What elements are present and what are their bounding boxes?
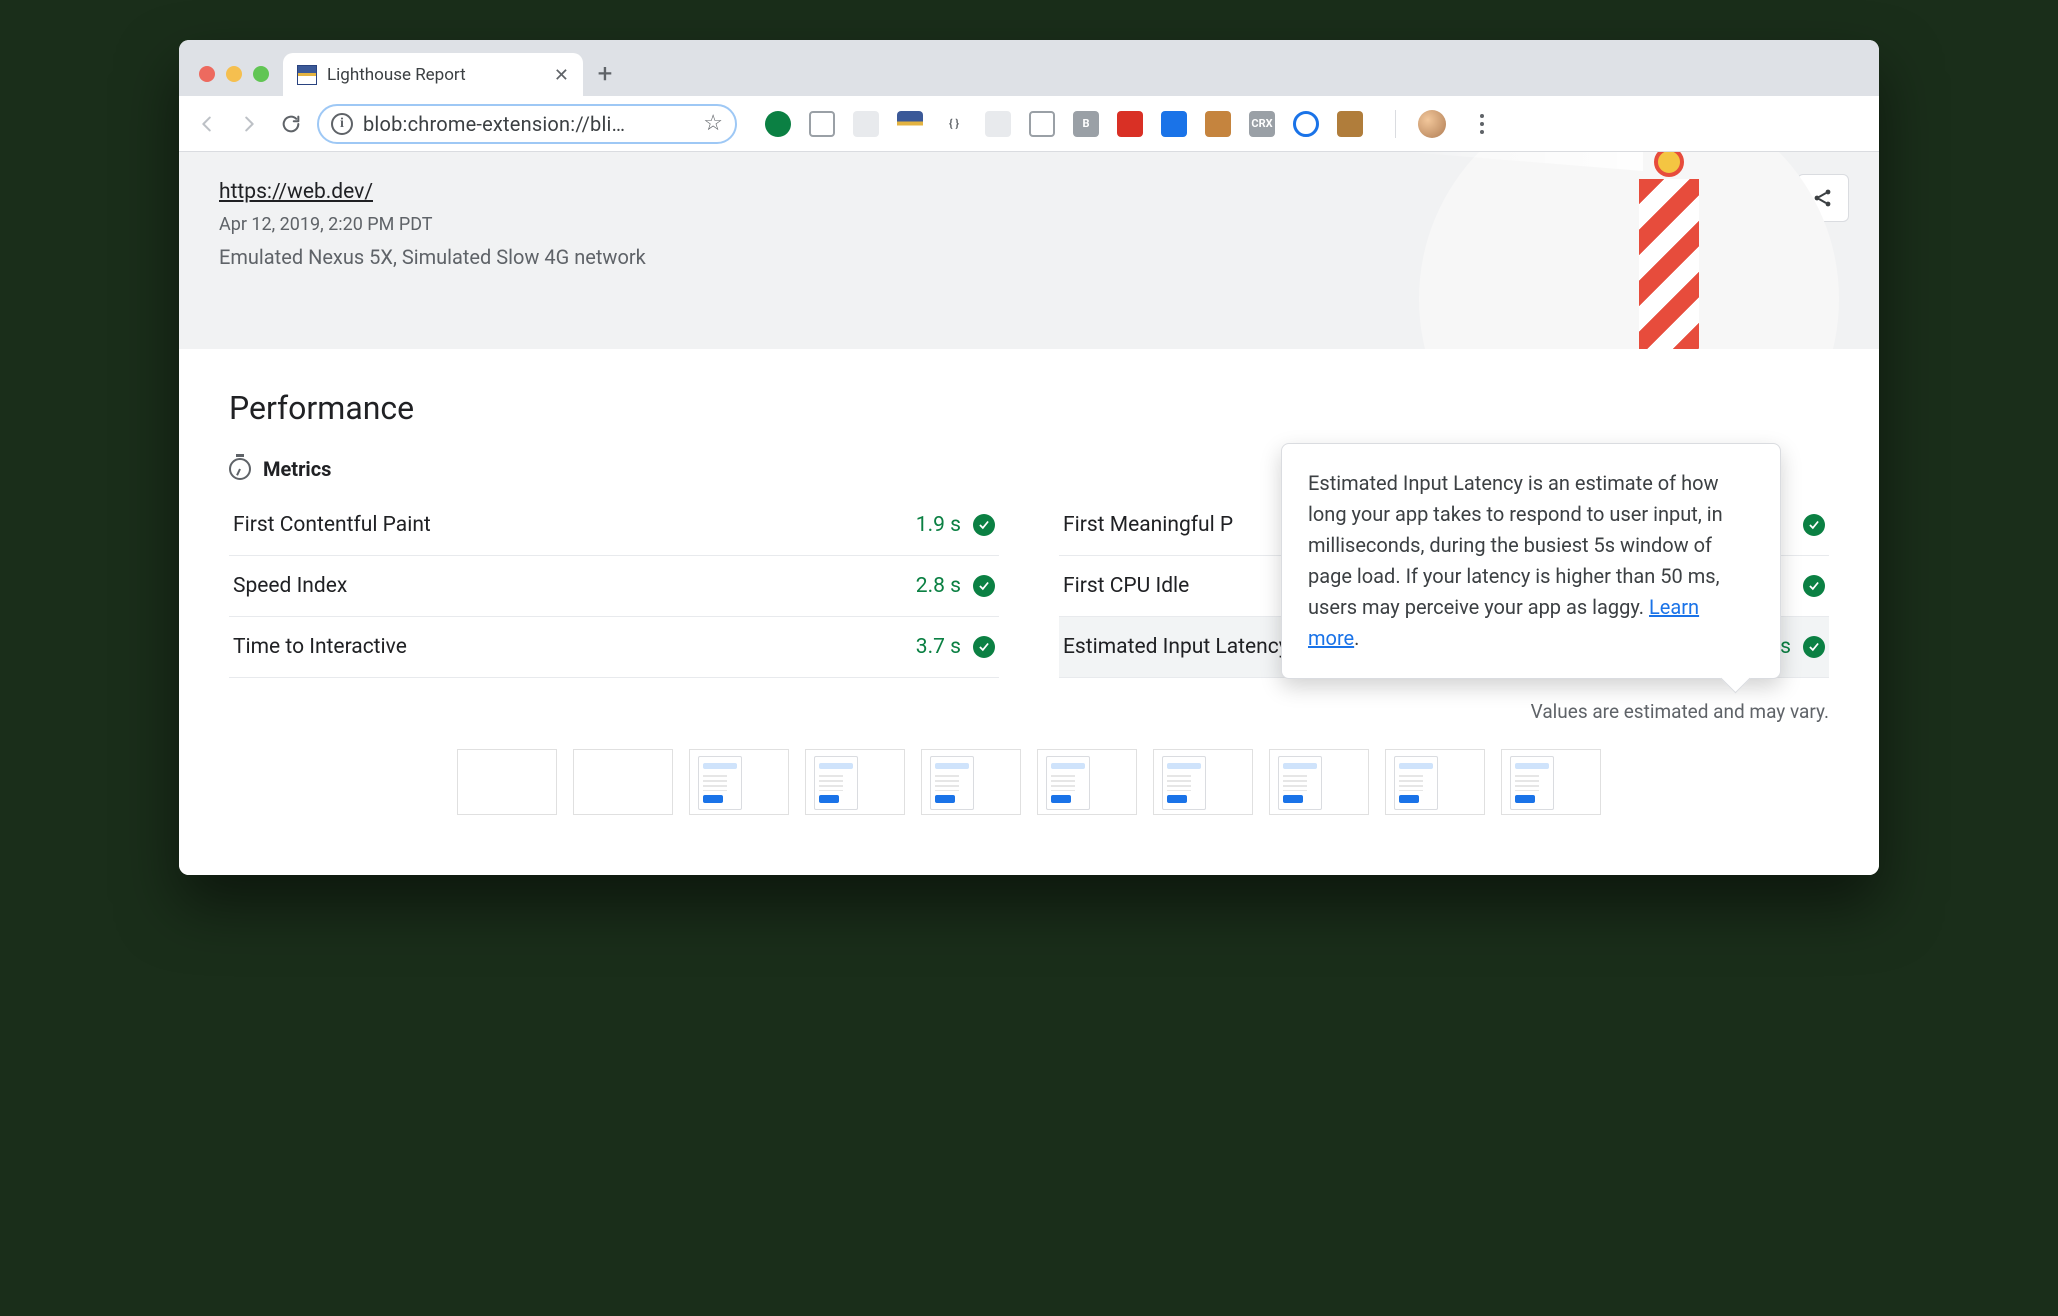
metrics-label: Metrics: [263, 457, 331, 481]
metric-value: 3.7 s: [916, 635, 961, 659]
browser-tab[interactable]: Lighthouse Report ✕: [283, 53, 583, 97]
gear-ring-icon[interactable]: [1293, 111, 1319, 137]
metric-row[interactable]: Speed Index2.8 s: [229, 556, 999, 617]
category-title: Performance: [229, 389, 1829, 427]
pass-check-icon: [1803, 514, 1825, 536]
metric-name: Time to Interactive: [233, 635, 916, 659]
forward-button[interactable]: [233, 108, 265, 140]
metric-row[interactable]: Time to Interactive3.7 s: [229, 617, 999, 678]
stopwatch-icon: [229, 458, 251, 480]
profile-avatar[interactable]: [1418, 110, 1446, 138]
toolbar-separator: [1395, 110, 1396, 138]
bookmark-star-icon[interactable]: ☆: [703, 111, 723, 136]
url-text: blob:chrome-extension://bli…: [363, 112, 693, 136]
metric-value: 1.9 s: [916, 513, 961, 537]
lighthouse-ext-icon[interactable]: [897, 111, 923, 137]
metric-value: 2.8 s: [916, 574, 961, 598]
browser-menu-button[interactable]: [1470, 114, 1494, 134]
back-button[interactable]: [191, 108, 223, 140]
filmstrip-thumb[interactable]: [1269, 749, 1369, 815]
filmstrip-thumb[interactable]: [805, 749, 905, 815]
lighthouse-hill: [1419, 152, 1839, 349]
pass-check-icon: [973, 514, 995, 536]
close-window-button[interactable]: [199, 66, 215, 82]
spiral-icon[interactable]: [1117, 111, 1143, 137]
devtools-icon[interactable]: [809, 111, 835, 137]
extension-icons: { } B CRX: [765, 111, 1363, 137]
window-controls: [193, 66, 283, 96]
lighthouse-favicon-icon: [297, 65, 317, 85]
site-info-icon[interactable]: i: [331, 113, 353, 135]
minimize-window-button[interactable]: [226, 66, 242, 82]
tab-strip: Lighthouse Report ✕ +: [179, 40, 1879, 96]
report-body: Performance Metrics First Contentful Pai…: [179, 349, 1879, 875]
pass-check-icon: [1803, 575, 1825, 597]
reload-button[interactable]: [275, 108, 307, 140]
books-icon[interactable]: [1205, 111, 1231, 137]
b-badge-icon[interactable]: B: [1073, 111, 1099, 137]
filmstrip-thumb[interactable]: [1037, 749, 1137, 815]
address-bar[interactable]: i blob:chrome-extension://bli… ☆: [317, 104, 737, 144]
browser-toolbar: i blob:chrome-extension://bli… ☆ { } B CRX: [179, 96, 1879, 152]
metric-row[interactable]: First Contentful Paint1.9 s: [229, 495, 999, 556]
filmstrip-thumb[interactable]: [1153, 749, 1253, 815]
laptop-icon[interactable]: [1029, 111, 1055, 137]
audited-url-link[interactable]: https://web.dev/: [219, 180, 373, 204]
metric-name: Speed Index: [233, 574, 916, 598]
shield-icon[interactable]: [1161, 111, 1187, 137]
filmstrip-thumb[interactable]: [1385, 749, 1485, 815]
filmstrip-thumb[interactable]: [573, 749, 673, 815]
filmstrip-thumb[interactable]: [1501, 749, 1601, 815]
pass-check-icon: [1803, 636, 1825, 658]
lighthouse-tower-icon: [1639, 179, 1699, 349]
tab-title: Lighthouse Report: [327, 65, 466, 85]
pass-check-icon: [973, 575, 995, 597]
new-tab-button[interactable]: +: [583, 52, 627, 96]
filmstrip: [229, 749, 1829, 815]
filmstrip-thumb[interactable]: [457, 749, 557, 815]
snowflake-icon[interactable]: [985, 111, 1011, 137]
close-tab-button[interactable]: ✕: [554, 65, 569, 86]
pass-check-icon: [973, 636, 995, 658]
tag-icon[interactable]: [853, 111, 879, 137]
braces-icon[interactable]: { }: [941, 111, 967, 137]
filmstrip-thumb[interactable]: [689, 749, 789, 815]
crate-icon[interactable]: [1337, 111, 1363, 137]
lighthouse-top-icon: [1631, 152, 1707, 179]
maximize-window-button[interactable]: [253, 66, 269, 82]
report-header: https://web.dev/ Apr 12, 2019, 2:20 PM P…: [179, 152, 1879, 349]
metric-tooltip: Estimated Input Latency is an estimate o…: [1281, 443, 1781, 679]
filmstrip-thumb[interactable]: [921, 749, 1021, 815]
shield-check-icon[interactable]: [765, 111, 791, 137]
browser-window: Lighthouse Report ✕ + i blob:chrome-exte…: [179, 40, 1879, 875]
estimate-note: Values are estimated and may vary.: [229, 700, 1829, 723]
crx-icon[interactable]: CRX: [1249, 111, 1275, 137]
metric-name: First Contentful Paint: [233, 513, 916, 537]
